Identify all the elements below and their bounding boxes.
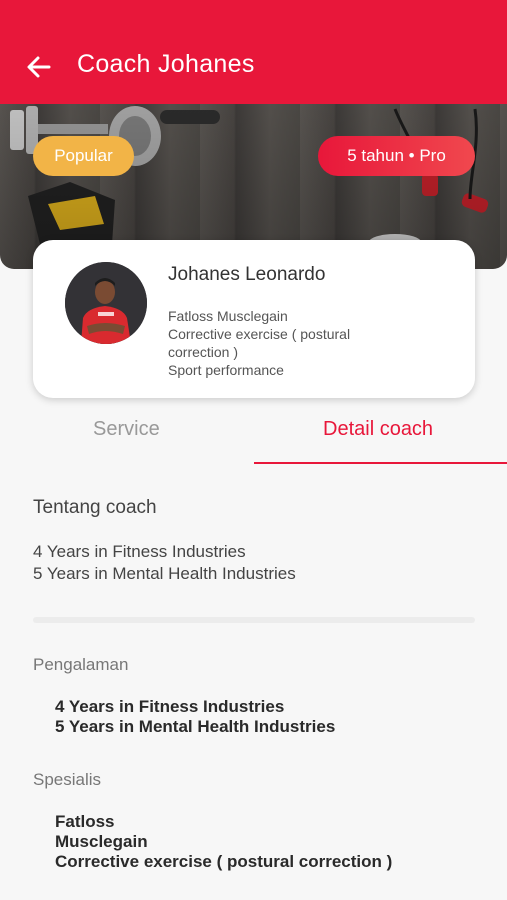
page-title: Coach Johanes [77,50,255,78]
specialty-line: Corrective exercise ( postural [168,326,351,342]
about-line: 4 Years in Fitness Industries [33,542,246,561]
coach-avatar [65,262,147,344]
about-line: 5 Years in Mental Health Industries [33,564,296,583]
tab-service[interactable]: Service [93,418,160,441]
specialty-line: correction ) [168,344,239,360]
tab-bar: Service Detail coach [0,404,507,464]
coach-profile-card: Johanes Leonardo Fatloss Musclegain Corr… [33,240,475,398]
experience-label: Pengalaman [33,655,129,674]
experience-badge: 5 tahun • Pro [318,136,475,176]
popular-badge: Popular [33,136,134,176]
coach-name: Johanes Leonardo [168,264,326,285]
about-title: Tentang coach [33,497,157,518]
section-divider [33,617,475,623]
specialty-line: Fatloss Musclegain [168,308,288,324]
back-arrow-icon[interactable] [22,50,56,84]
specialist-line: Fatloss [55,812,115,831]
specialist-label: Spesialis [33,770,102,789]
app-bar: Coach Johanes [0,0,507,104]
active-tab-indicator [254,462,507,464]
specialist-line: Corrective exercise ( postural correctio… [55,852,393,871]
tab-detail-coach[interactable]: Detail coach [323,418,433,441]
specialty-line: Sport performance [168,362,284,378]
experience-line: 5 Years in Mental Health Industries [55,717,336,736]
experience-line: 4 Years in Fitness Industries [55,697,285,716]
specialist-line: Musclegain [55,832,148,851]
